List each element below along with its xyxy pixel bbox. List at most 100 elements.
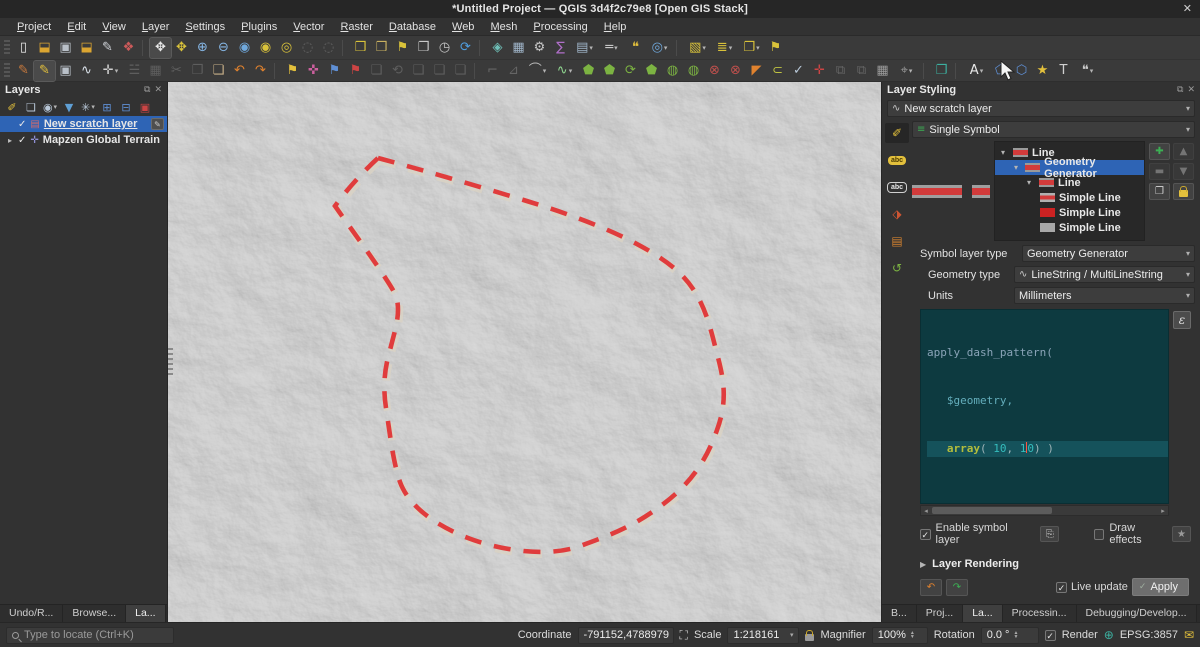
symbol-tree-item-geometry-generator[interactable]: ▾Geometry Generator xyxy=(995,160,1144,175)
symbology-icon[interactable]: ✐ xyxy=(885,123,909,143)
filter-legend-icon[interactable]: ▼ xyxy=(60,99,78,115)
add-part-icon[interactable]: ◍ xyxy=(683,61,704,81)
coordinate-input[interactable]: -791152,4788979 xyxy=(578,627,674,644)
identify-actions-icon[interactable]: ◎▾ xyxy=(646,38,673,58)
extent-icon[interactable]: ⛶ xyxy=(680,628,688,643)
dock-splitter-handle[interactable] xyxy=(168,348,173,376)
select-label-icon[interactable]: ⚑ xyxy=(765,38,786,58)
menu-plugins[interactable]: Plugins xyxy=(234,20,284,34)
current-edits-icon[interactable]: ✎ xyxy=(13,61,34,81)
expression-hscrollbar[interactable]: ◂ ▸ xyxy=(920,505,1169,516)
save-layer-edits-icon[interactable]: ▣ xyxy=(55,61,76,81)
style-undo-button[interactable]: ↶ xyxy=(920,579,942,596)
expander-icon[interactable]: ▸ xyxy=(6,136,14,145)
manage-map-themes-icon[interactable]: ◉▾ xyxy=(41,99,59,115)
dock-tab-undor[interactable]: Undo/R... xyxy=(0,605,63,622)
undo-icon[interactable]: ↶ xyxy=(229,61,250,81)
close-panel-icon[interactable]: ✕ xyxy=(1187,85,1195,95)
polygon-annotation-icon[interactable]: ⬠ xyxy=(990,61,1011,81)
locator-search-input[interactable]: Type to locate (Ctrl+K) xyxy=(6,627,174,644)
3d-view-icon[interactable]: ⬗ xyxy=(885,204,909,224)
add-line-feature-icon[interactable]: ∿ xyxy=(76,61,97,81)
render-checkbox[interactable] xyxy=(1045,630,1056,641)
paste-features-icon[interactable]: ❏ xyxy=(208,61,229,81)
highlight-labels-icon[interactable]: ⚑ xyxy=(345,61,366,81)
magnifier-input[interactable]: 100% ▲▼ xyxy=(872,627,928,644)
node-annotation-icon[interactable]: ⬡ xyxy=(1011,61,1032,81)
layer-diagram-icon[interactable]: ✜ xyxy=(303,61,324,81)
zoom-to-layer-icon[interactable]: ◉ xyxy=(255,38,276,58)
filter-expression-icon[interactable]: ✳▾ xyxy=(79,99,97,115)
menu-database[interactable]: Database xyxy=(382,20,443,34)
attribute-table-icon[interactable]: ▤▾ xyxy=(571,38,598,58)
scale-select[interactable]: 1:218161 ▾ xyxy=(727,627,799,644)
menu-web[interactable]: Web xyxy=(445,20,481,34)
menu-raster[interactable]: Raster xyxy=(333,20,379,34)
menu-settings[interactable]: Settings xyxy=(178,20,232,34)
reshape-features-icon[interactable]: ◤ xyxy=(746,61,767,81)
collapse-all-icon[interactable]: ⊟ xyxy=(117,99,135,115)
toolbar-grip[interactable] xyxy=(4,63,10,79)
move-annotation-icon[interactable]: T xyxy=(1053,61,1074,81)
zoom-in-icon[interactable]: ⊕ xyxy=(192,38,213,58)
menu-layer[interactable]: Layer xyxy=(135,20,177,34)
layer-item-mapzen-global-terrain[interactable]: ▸✓✛Mapzen Global Terrain xyxy=(0,132,167,148)
add-group-icon[interactable]: ❏ xyxy=(22,99,40,115)
rotate-feature-icon[interactable]: ⟳ xyxy=(620,61,641,81)
toggle-editing-icon[interactable]: ✎ xyxy=(34,61,55,81)
zoom-out-icon[interactable]: ⊖ xyxy=(213,38,234,58)
menu-project[interactable]: Project xyxy=(10,20,58,34)
menu-vector[interactable]: Vector xyxy=(286,20,331,34)
scroll-right-icon[interactable]: ▸ xyxy=(1158,507,1168,515)
delete-ring-icon[interactable]: ⊗ xyxy=(704,61,725,81)
layer-rendering-section[interactable]: ▶ Layer Rendering xyxy=(920,558,1191,570)
deselect-features-icon[interactable]: ❐▾ xyxy=(738,38,765,58)
remove-layer-icon[interactable]: ▣ xyxy=(136,99,154,115)
close-panel-icon[interactable]: ✕ xyxy=(154,85,162,95)
new-project-icon[interactable]: ▯ xyxy=(13,38,34,58)
menu-help[interactable]: Help xyxy=(597,20,634,34)
geometry-type-select[interactable]: ∿ LineString / MultiLineString ▾ xyxy=(1014,266,1195,283)
expander-icon[interactable]: ▾ xyxy=(1001,148,1009,157)
draw-effects-checkbox[interactable] xyxy=(1094,529,1105,540)
scroll-left-icon[interactable]: ◂ xyxy=(921,507,931,515)
renderer-select[interactable]: ≡ Single Symbol ▾ xyxy=(912,121,1195,138)
menu-processing[interactable]: Processing xyxy=(526,20,594,34)
split-features-icon[interactable]: ✓ xyxy=(788,61,809,81)
crs-globe-icon[interactable]: ⊕ xyxy=(1104,628,1114,642)
layer-visibility-checkbox[interactable]: ✓ xyxy=(18,135,26,146)
map-canvas[interactable] xyxy=(168,82,881,622)
menu-mesh[interactable]: Mesh xyxy=(483,20,524,34)
symbol-tree-item-simple-line[interactable]: Simple Line xyxy=(995,205,1144,220)
simplify-feature-icon[interactable]: ⬟ xyxy=(641,61,662,81)
units-select[interactable]: Millimeters ▾ xyxy=(1014,287,1195,304)
effects-star-icon[interactable]: ★ xyxy=(1172,526,1191,542)
undock-panel-icon[interactable]: ⧉ xyxy=(1177,85,1183,95)
form-annotation-icon[interactable]: ❝▾ xyxy=(1074,61,1101,81)
undock-panel-icon[interactable]: ⧉ xyxy=(144,85,150,95)
add-symbol-layer-button[interactable]: ✚ xyxy=(1149,143,1170,160)
spinner-icon[interactable]: ▲▼ xyxy=(1013,631,1018,639)
duplicate-symbol-layer-button[interactable]: ❐ xyxy=(1149,183,1170,200)
data-defined-override-icon[interactable]: ⎘ xyxy=(1040,526,1059,542)
symbol-tree-item-simple-line[interactable]: Simple Line xyxy=(995,190,1144,205)
zoom-native-icon[interactable]: ◎ xyxy=(276,38,297,58)
copy-move-feature-icon[interactable]: ⬟ xyxy=(599,61,620,81)
lock-color-button[interactable] xyxy=(1173,183,1194,200)
scale-lock-icon[interactable] xyxy=(805,634,814,641)
live-update-checkbox[interactable] xyxy=(1056,582,1067,593)
scrollbar-handle[interactable] xyxy=(932,507,1052,514)
text-annotation-icon[interactable]: A▾ xyxy=(963,61,990,81)
save-project-icon[interactable]: ▣ xyxy=(55,38,76,58)
redo-icon[interactable]: ↷ xyxy=(250,61,271,81)
spinner-icon[interactable]: ▲▼ xyxy=(910,631,915,639)
statistics-icon[interactable]: ∑ xyxy=(550,38,571,58)
layer-visibility-checkbox[interactable]: ✓ xyxy=(18,119,26,130)
expression-editor[interactable]: apply_dash_pattern( $geometry, array( 10… xyxy=(920,309,1169,504)
attributes-toolbar-icon[interactable]: ▦ xyxy=(508,38,529,58)
dock-tab-processin[interactable]: Processin... xyxy=(1003,605,1077,622)
show-bookmarks-icon[interactable]: ❐ xyxy=(413,38,434,58)
add-ring-icon[interactable]: ◍ xyxy=(662,61,683,81)
split-parts-icon[interactable]: ✛ xyxy=(809,61,830,81)
processing-toolbox-icon[interactable]: ⚙ xyxy=(529,38,550,58)
